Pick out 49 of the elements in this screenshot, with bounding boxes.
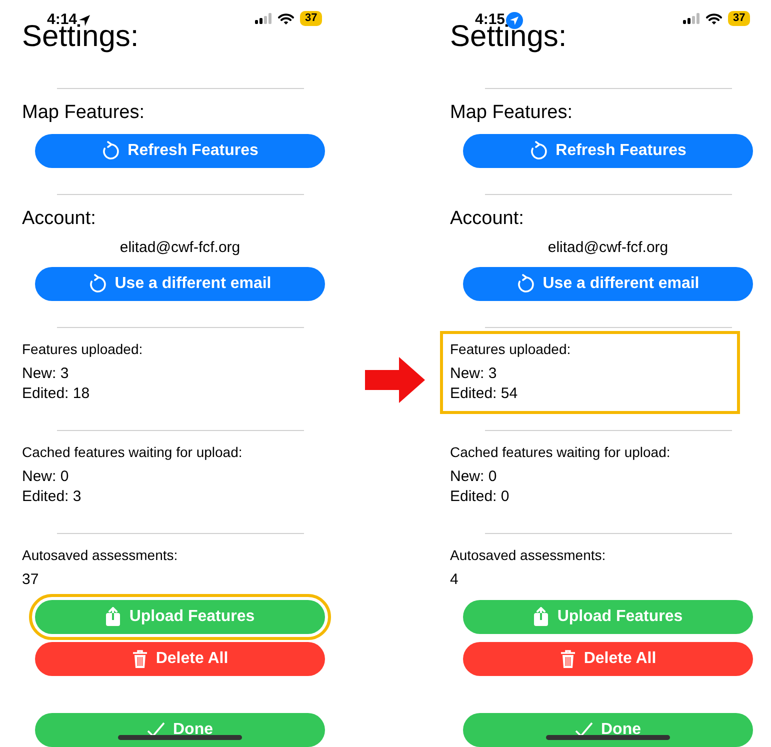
stat-label: Cached features waiting for upload: — [450, 443, 670, 461]
refresh-button[interactable]: Refresh Features — [35, 134, 325, 168]
account-email: elitad@cwf-fcf.org — [546, 238, 670, 258]
stat-label: Cached features waiting for upload: — [22, 443, 242, 461]
refresh-button[interactable]: Refresh Features — [463, 134, 753, 168]
stat-value: 4 — [450, 570, 458, 590]
section-heading: Account: — [22, 207, 96, 231]
stat-value: Edited: 0 — [450, 487, 510, 507]
upload-button[interactable]: Upload Features — [35, 600, 325, 634]
section-heading: Account: — [450, 207, 524, 231]
signal-icon — [255, 13, 272, 24]
delete-button[interactable]: Delete All — [463, 642, 753, 676]
section-heading: Map Features: — [450, 101, 572, 125]
stat-label: Autosaved assessments: — [450, 546, 606, 564]
right-arrow-icon — [365, 357, 425, 403]
signal-icon — [683, 13, 700, 24]
share-icon — [533, 607, 550, 627]
stat-value: New: 3 — [450, 364, 497, 384]
checkmark-icon — [147, 722, 165, 738]
stat-value: Edited: 3 — [22, 487, 82, 507]
share-icon — [105, 607, 122, 627]
stat-value: 37 — [22, 570, 39, 590]
done-button[interactable]: Done — [35, 713, 325, 747]
battery-level: 37 — [300, 11, 322, 26]
stat-label: Features uploaded: — [22, 340, 143, 358]
stat-value: New: 0 — [22, 467, 69, 487]
delete-button[interactable]: Delete All — [35, 642, 325, 676]
refresh-button[interactable]: Use a different email — [463, 267, 753, 301]
trash-icon — [560, 649, 576, 669]
done-button[interactable]: Done — [463, 713, 753, 747]
stat-value: New: 0 — [450, 467, 497, 487]
refresh-icon — [88, 274, 107, 294]
stat-value: Edited: 54 — [450, 384, 518, 404]
refresh-icon — [516, 274, 535, 294]
account-email: elitad@cwf-fcf.org — [118, 238, 242, 258]
stat-value: New: 3 — [22, 364, 69, 384]
refresh-icon — [530, 141, 548, 161]
trash-icon — [132, 649, 148, 669]
refresh-icon — [102, 141, 120, 161]
wifi-icon — [706, 12, 722, 24]
battery-level: 37 — [728, 11, 750, 26]
stat-label: Features uploaded: — [450, 340, 571, 358]
checkmark-icon — [575, 722, 593, 738]
section-heading: Map Features: — [22, 101, 144, 125]
stat-value: Edited: 18 — [22, 384, 90, 404]
refresh-button[interactable]: Use a different email — [35, 267, 325, 301]
stat-label: Autosaved assessments: — [22, 546, 178, 564]
upload-button[interactable]: Upload Features — [463, 600, 753, 634]
wifi-icon — [278, 12, 294, 24]
